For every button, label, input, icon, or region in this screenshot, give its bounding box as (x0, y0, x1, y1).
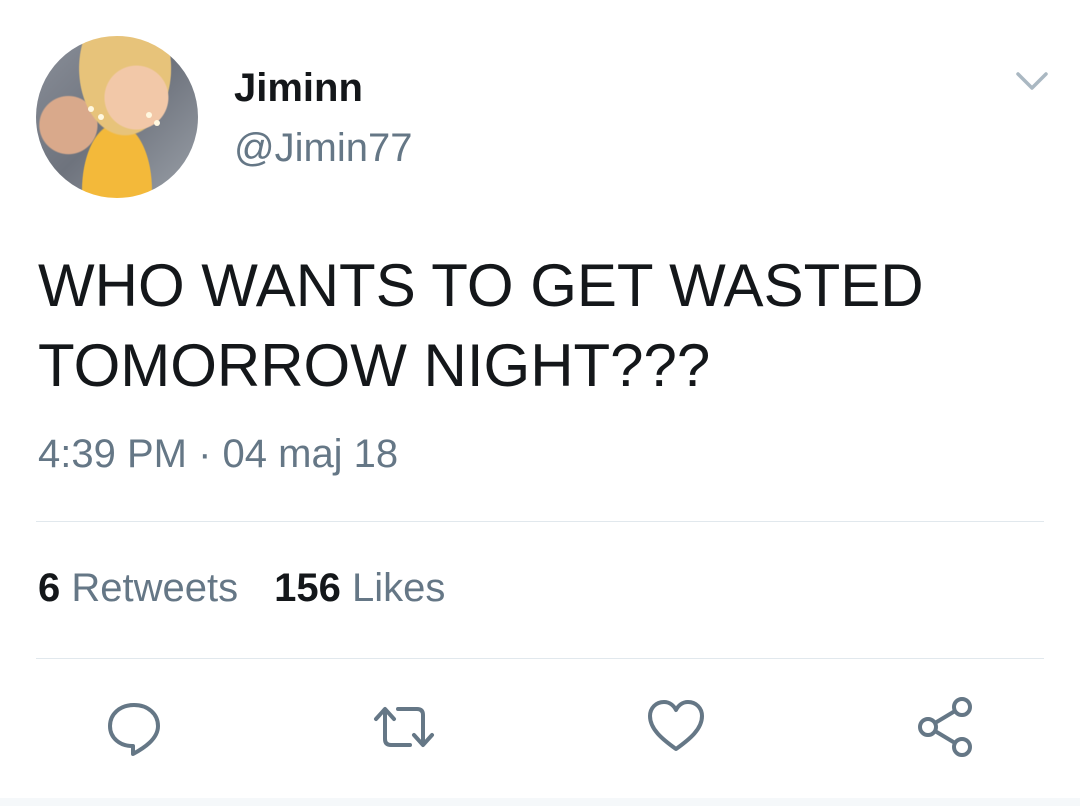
likes-stat[interactable]: 156 Likes (274, 566, 445, 610)
reply-button[interactable] (102, 695, 166, 759)
likes-count: 156 (274, 566, 341, 610)
likes-label: Likes (352, 566, 446, 610)
avatar[interactable] (36, 36, 198, 198)
heart-icon (648, 700, 704, 751)
sparkle-decoration (154, 120, 160, 126)
speech-bubble-icon (108, 703, 160, 756)
like-button[interactable] (644, 695, 708, 759)
retweet-button[interactable] (372, 695, 436, 759)
author-handle[interactable]: @Jimin77 (234, 126, 412, 171)
retweets-count: 6 (38, 566, 61, 610)
retweets-label: Retweets (71, 566, 239, 610)
tweet-timestamp[interactable]: 4:39 PM · 04 maj 18 (38, 432, 398, 477)
divider (36, 658, 1044, 659)
share-nodes-icon (918, 697, 972, 757)
share-button[interactable] (914, 695, 978, 759)
retweet-arrows-icon (374, 707, 434, 747)
sparkle-decoration (98, 114, 104, 120)
sparkle-decoration (88, 106, 94, 112)
chevron-down-icon[interactable] (1010, 64, 1054, 100)
author-display-name[interactable]: Jiminn (234, 66, 363, 111)
sparkle-decoration (146, 112, 152, 118)
divider (36, 521, 1044, 522)
tweet-stats: 6 Retweets 156 Likes (38, 566, 481, 611)
tweet-text: WHO WANTS TO GET WASTED TOMORROW NIGHT??… (38, 252, 924, 399)
bottom-divider (0, 798, 1080, 806)
retweets-stat[interactable]: 6 Retweets (38, 566, 238, 610)
